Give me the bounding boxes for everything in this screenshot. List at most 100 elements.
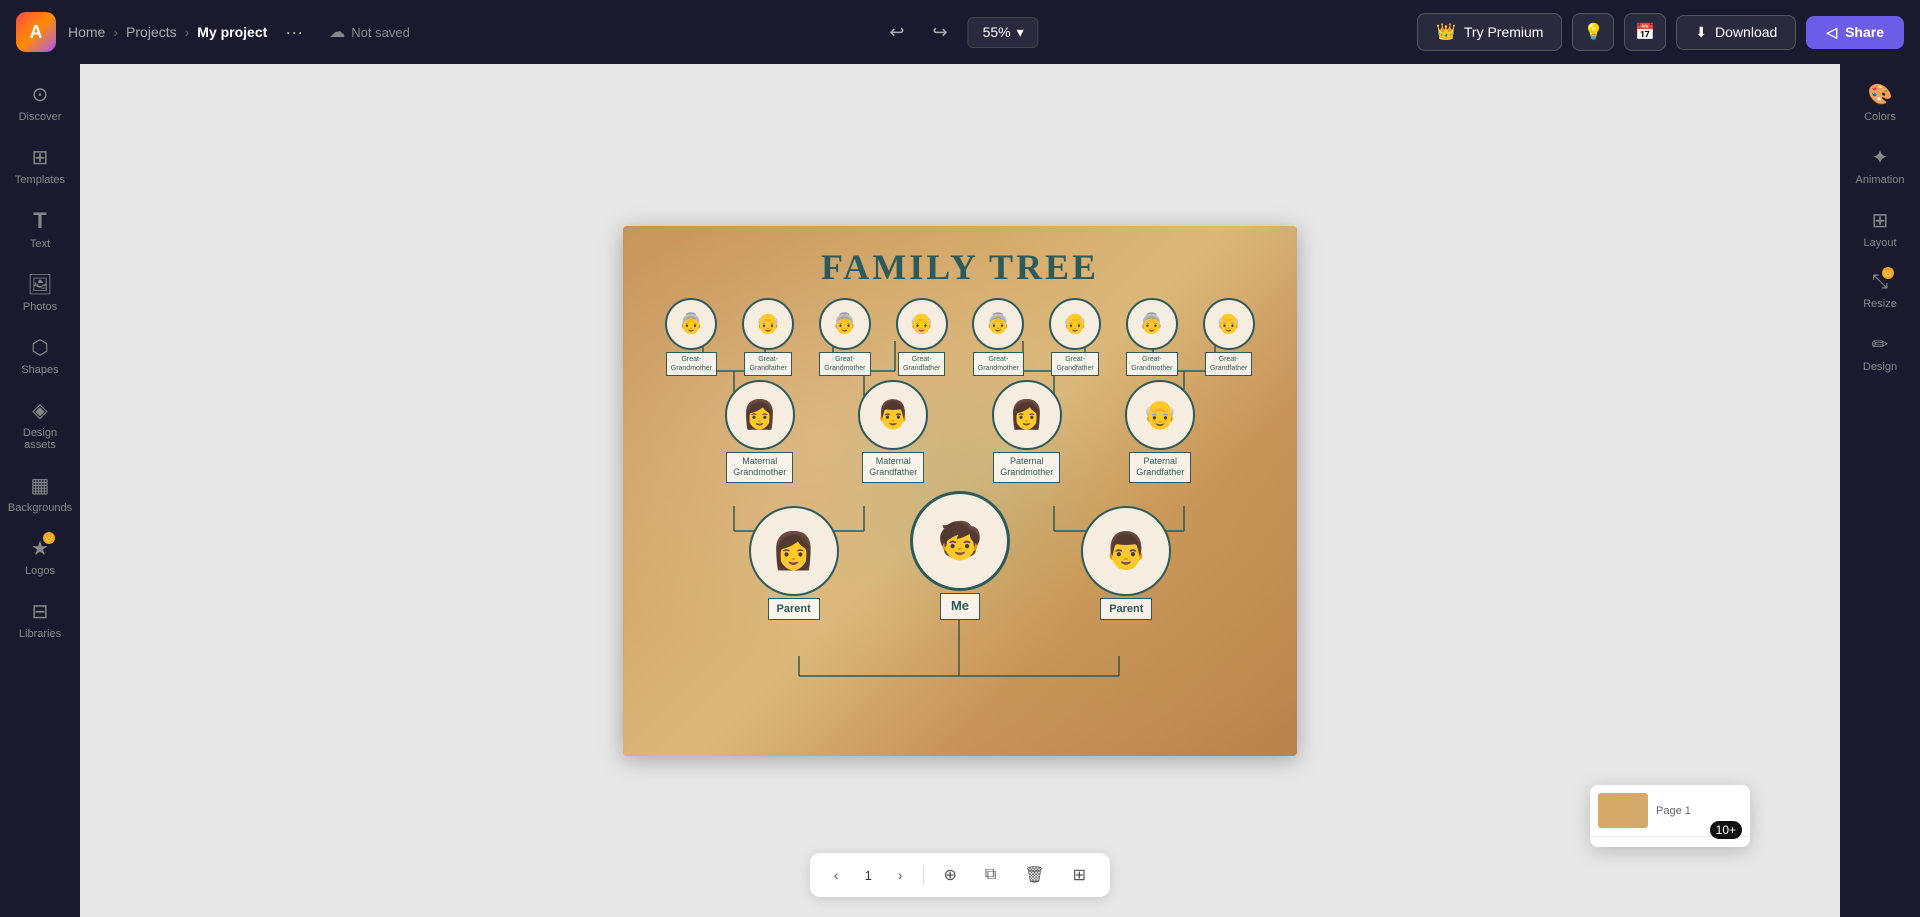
sidebar-item-design[interactable]: ✏ Design (1844, 322, 1916, 383)
node-parent-left[interactable]: 👩 Parent (749, 506, 839, 620)
right-sidebar: 🎨 Colors ✦ Animation ⊞ Layout ⤡ 👑 Resize… (1840, 64, 1920, 917)
header-center-controls: ↩ ↪ 55% ▾ (881, 17, 1038, 48)
label-gg-paternal-1: Great-Grandmother (973, 352, 1024, 376)
avatar-maternal-grandmother: 👩 (725, 380, 795, 450)
sidebar-item-design-assets[interactable]: ◈ Design assets (4, 388, 76, 461)
templates-icon: ⊞ (32, 145, 49, 170)
design-icon: ✏ (1872, 332, 1889, 357)
label-parent-right: Parent (1100, 598, 1152, 620)
node-gg-maternal-2[interactable]: 👴 Great-Grandfather (742, 298, 794, 376)
app-header: A Home › Projects › My project ··· ☁ Not… (0, 0, 1920, 64)
avatar-paternal-grandfather: 👴 (1125, 380, 1195, 450)
sidebar-item-shapes[interactable]: ⬡ Shapes (4, 325, 76, 386)
label-paternal-grandmother: PaternalGrandmother (993, 452, 1060, 483)
node-parent-right[interactable]: 👨 Parent (1081, 506, 1171, 620)
app-logo[interactable]: A (16, 12, 56, 52)
node-maternal-grandfather[interactable]: 👨 MaternalGrandfather (858, 380, 928, 483)
calendar-button[interactable]: 📅 (1624, 13, 1666, 51)
delete-page-button[interactable]: 🗑 (1016, 861, 1052, 889)
label-maternal-grandmother: MaternalGrandmother (726, 452, 793, 483)
lightbulb-button[interactable]: 💡 (1572, 13, 1614, 51)
layout-icon: ⊞ (1872, 208, 1889, 233)
label-gg-maternal-4: Great-Grandfather (898, 352, 945, 376)
sidebar-item-layout[interactable]: ⊞ Layout (1844, 198, 1916, 259)
page-controls: ‹ 1 › ⊕ ⧉ 🗑 ⊞ (810, 853, 1110, 897)
label-gg-maternal-1: Great-Grandmother (666, 352, 717, 376)
sidebar-item-resize[interactable]: ⤡ 👑 Resize (1844, 261, 1916, 320)
label-maternal-grandfather: MaternalGrandfather (862, 452, 924, 483)
avatar-gg-paternal-4: 👴 (1203, 298, 1255, 350)
sidebar-item-logos[interactable]: ★ 👑 Logos (4, 526, 76, 587)
generation-2: 👩 MaternalGrandmother 👨 MaternalGrandfat… (653, 380, 1267, 483)
page-number: 1 (859, 868, 878, 883)
avatar-paternal-grandmother: 👩 (992, 380, 1062, 450)
main-area: ⊙ Discover ⊞ Templates T Text 🖼 Photos ⬡… (0, 64, 1920, 917)
avatar-gg-paternal-2: 👴 (1049, 298, 1101, 350)
sidebar-item-discover[interactable]: ⊙ Discover (4, 72, 76, 133)
canvas-area[interactable]: FAMILY TREE (80, 64, 1840, 917)
discover-icon: ⊙ (32, 82, 49, 107)
label-parent-left: Parent (768, 598, 820, 620)
share-icon: ◁ (1826, 24, 1837, 41)
more-options-button[interactable]: ··· (279, 20, 309, 45)
redo-button[interactable]: ↪ (924, 18, 955, 47)
grid-view-button[interactable]: ⊞ (1065, 861, 1094, 889)
add-page-button[interactable]: ⊕ (936, 861, 965, 889)
undo-button[interactable]: ↩ (881, 18, 912, 47)
label-gg-maternal-3: Great-Grandmother (819, 352, 870, 376)
node-paternal-grandfather[interactable]: 👴 PaternalGrandfather (1125, 380, 1195, 483)
avatar-parent-right: 👨 (1081, 506, 1171, 596)
sidebar-item-photos[interactable]: 🖼 Photos (4, 262, 76, 323)
node-gg-maternal-4[interactable]: 👴 Great-Grandfather (896, 298, 948, 376)
breadcrumb-home[interactable]: Home (68, 24, 105, 40)
divider (923, 865, 924, 885)
node-gg-maternal-3[interactable]: 👵 Great-Grandmother (819, 298, 871, 376)
share-button[interactable]: ◁ Share (1806, 16, 1904, 49)
logos-icon: ★ 👑 (31, 536, 49, 561)
chevron-down-icon: ▾ (1017, 24, 1024, 41)
save-status: ☁ Not saved (329, 22, 410, 42)
node-gg-paternal-1[interactable]: 👵 Great-Grandmother (972, 298, 1024, 376)
thumbnail-panel: Page 1 10+ (1590, 785, 1750, 847)
download-button[interactable]: ⬇ Download (1676, 15, 1796, 50)
libraries-icon: ⊟ (32, 599, 49, 624)
zoom-control[interactable]: 55% ▾ (968, 17, 1039, 48)
label-gg-paternal-2: Great-Grandfather (1051, 352, 1098, 376)
canvas-document[interactable]: FAMILY TREE (623, 226, 1297, 756)
sidebar-item-templates[interactable]: ⊞ Templates (4, 135, 76, 196)
node-gg-paternal-3[interactable]: 👵 Great-Grandmother (1126, 298, 1178, 376)
label-me: Me (940, 593, 980, 620)
colors-icon: 🎨 (1868, 82, 1893, 107)
generation-3: 👩 Parent 🧒 Me 👨 Parent (653, 491, 1267, 620)
next-page-button[interactable]: › (890, 863, 911, 887)
avatar-parent-left: 👩 (749, 506, 839, 596)
label-paternal-grandfather: PaternalGrandfather (1129, 452, 1191, 483)
text-icon: T (33, 208, 46, 234)
sidebar-item-backgrounds[interactable]: ▦ Backgrounds (4, 463, 76, 524)
node-gg-paternal-2[interactable]: 👴 Great-Grandfather (1049, 298, 1101, 376)
sidebar-item-text[interactable]: T Text (4, 198, 76, 260)
avatar-gg-paternal-1: 👵 (972, 298, 1024, 350)
node-paternal-grandmother[interactable]: 👩 PaternalGrandmother (992, 380, 1062, 483)
prev-page-button[interactable]: ‹ (826, 863, 847, 887)
breadcrumb: Home › Projects › My project (68, 24, 267, 40)
breadcrumb-projects[interactable]: Projects (126, 24, 177, 40)
node-maternal-grandmother[interactable]: 👩 MaternalGrandmother (725, 380, 795, 483)
duplicate-page-button[interactable]: ⧉ (977, 862, 1004, 888)
label-gg-maternal-2: Great-Grandfather (744, 352, 791, 376)
avatar-gg-maternal-2: 👴 (742, 298, 794, 350)
left-sidebar: ⊙ Discover ⊞ Templates T Text 🖼 Photos ⬡… (0, 64, 80, 917)
node-me[interactable]: 🧒 Me (910, 491, 1010, 620)
sidebar-item-colors[interactable]: 🎨 Colors (1844, 72, 1916, 133)
avatar-gg-maternal-3: 👵 (819, 298, 871, 350)
header-actions: 👑 Try Premium 💡 📅 ⬇ Download ◁ Share (1417, 13, 1904, 51)
avatar-me: 🧒 (910, 491, 1010, 591)
node-gg-paternal-4[interactable]: 👴 Great-Grandfather (1203, 298, 1255, 376)
sidebar-item-animation[interactable]: ✦ Animation (1844, 135, 1916, 196)
avatar-maternal-grandfather: 👨 (858, 380, 928, 450)
try-premium-button[interactable]: 👑 Try Premium (1417, 13, 1563, 51)
node-gg-maternal-1[interactable]: 👵 Great-Grandmother (665, 298, 717, 376)
breadcrumb-current: My project (197, 24, 267, 40)
sidebar-item-libraries[interactable]: ⊟ Libraries (4, 589, 76, 650)
label-gg-paternal-3: Great-Grandmother (1126, 352, 1177, 376)
